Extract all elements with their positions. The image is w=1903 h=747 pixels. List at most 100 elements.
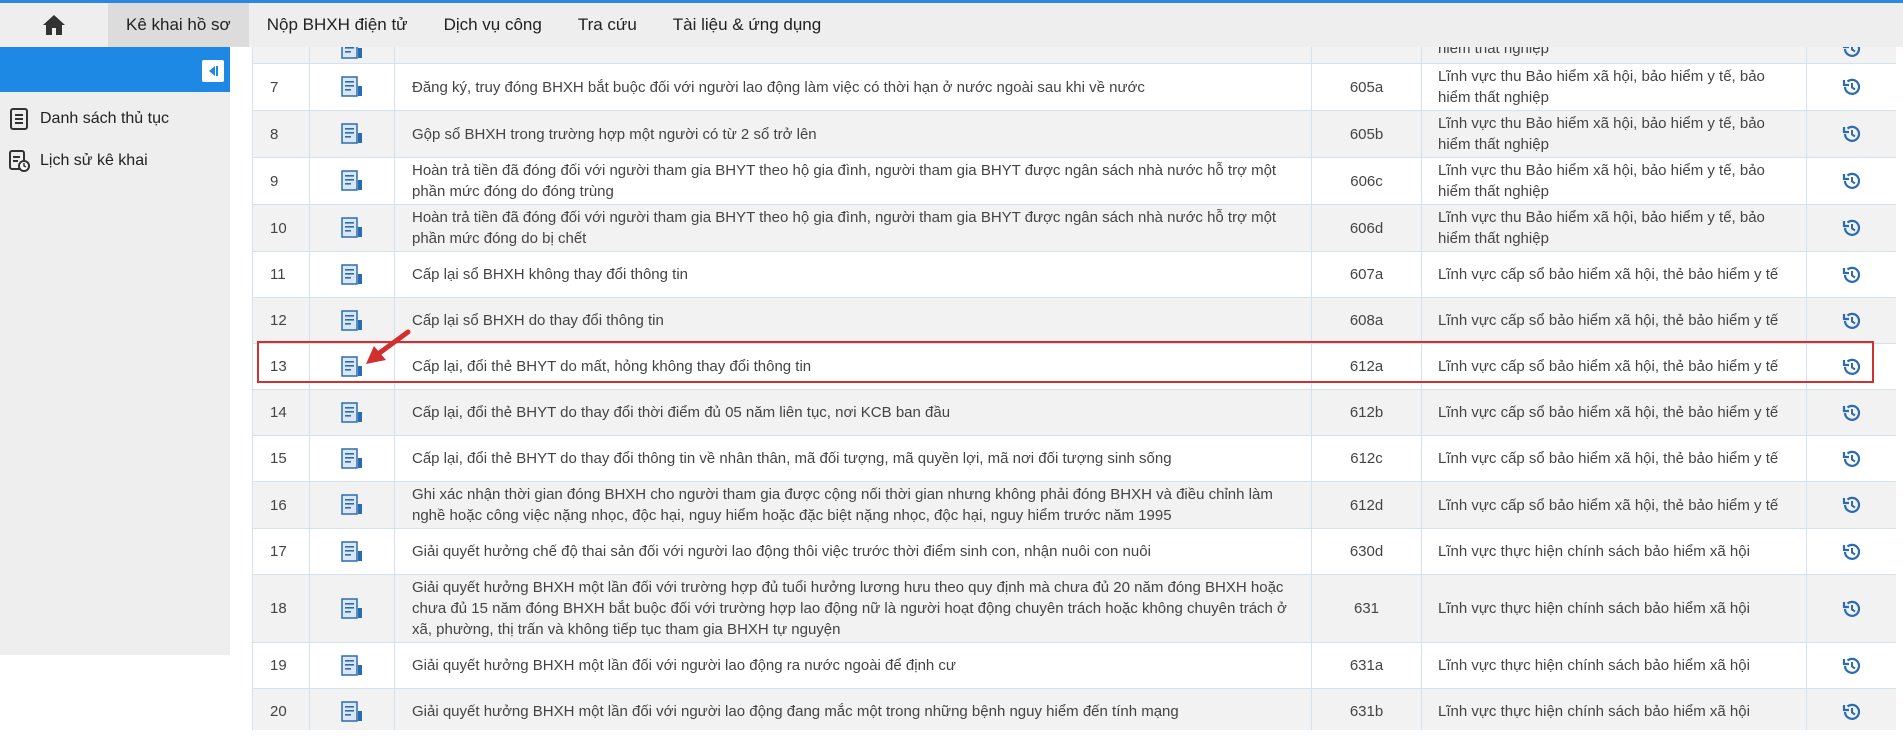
history-icon[interactable] — [1841, 655, 1863, 677]
history-icon[interactable] — [1841, 541, 1863, 563]
procedure-code: 631 — [1311, 574, 1422, 643]
procedure-code: 607a — [1311, 251, 1422, 298]
procedure-field: Lĩnh vực thu Bảo hiểm xã hội, bảo hiểm y… — [1421, 63, 1807, 111]
procedure-field: Lĩnh vực cấp sổ bảo hiểm xã hội, thẻ bảo… — [1421, 481, 1807, 529]
row-number: 18 — [252, 574, 310, 643]
declare-form-icon[interactable] — [341, 494, 363, 516]
history-icon[interactable] — [1841, 123, 1863, 145]
history-icon[interactable] — [1841, 170, 1863, 192]
table-row[interactable]: 8 Gộp sổ BHXH trong trường hợp một người … — [252, 110, 1896, 158]
table-row[interactable]: hiểm thất nghiệp — [252, 47, 1896, 64]
table-row[interactable]: 13 Cấp lại, đổi thẻ BHYT do mất, hỏng khô… — [252, 343, 1896, 390]
table-row[interactable]: 20 Giải quyết hưởng BHXH một lần đối với … — [252, 688, 1896, 730]
declare-form-icon[interactable] — [341, 309, 363, 332]
declare-form-icon[interactable] — [341, 447, 363, 470]
history-cell — [1806, 110, 1896, 158]
procedure-field: Lĩnh vực thu Bảo hiểm xã hội, bảo hiểm y… — [1421, 157, 1807, 205]
declare-form-icon[interactable] — [341, 123, 363, 145]
table-row[interactable]: 10 Hoàn trả tiền đã đóng đối với người th… — [252, 204, 1896, 252]
nav-item-nop-bhxh-dien-tu[interactable]: Nộp BHXH điện tử — [249, 3, 426, 47]
row-number: 9 — [252, 157, 310, 205]
history-icon[interactable] — [1841, 47, 1863, 60]
table-row[interactable]: 9 Hoàn trả tiền đã đóng đối với người tha… — [252, 157, 1896, 205]
declare-form-icon[interactable] — [341, 47, 363, 60]
procedure-field: Lĩnh vực thực hiện chính sách bảo hiểm x… — [1421, 574, 1807, 643]
procedure-name: Giải quyết hưởng BHXH một lần đối với ng… — [394, 642, 1312, 689]
history-icon[interactable] — [1841, 264, 1863, 286]
history-icon[interactable] — [1841, 356, 1863, 378]
top-navigation: Kê khai hồ sơ Nộp BHXH điện tử Dịch vụ c… — [0, 0, 1903, 47]
list-document-icon — [10, 108, 28, 130]
procedure-field: Lĩnh vực thực hiện chính sách bảo hiểm x… — [1421, 688, 1807, 730]
row-number: 8 — [252, 110, 310, 158]
declare-form-icon[interactable] — [341, 700, 363, 723]
declare-cell — [309, 110, 395, 158]
table-row[interactable]: 18 Giải quyết hưởng BHXH một lần đối với … — [252, 574, 1896, 643]
nav-item-tai-lieu-ung-dung[interactable]: Tài liệu & ứng dụng — [655, 3, 839, 47]
nav-item-ke-khai-ho-so[interactable]: Kê khai hồ sơ — [108, 3, 249, 47]
declare-form-icon[interactable] — [341, 597, 363, 620]
declare-form-icon[interactable] — [341, 263, 363, 286]
declare-form-icon[interactable] — [341, 401, 363, 424]
table-row[interactable]: 11 Cấp lại sổ BHXH không thay đổi thông t… — [252, 251, 1896, 298]
procedure-name: Giải quyết hưởng BHXH một lần đối với ng… — [394, 688, 1312, 730]
history-icon[interactable] — [1841, 701, 1863, 723]
table-row[interactable]: 19 Giải quyết hưởng BHXH một lần đối với … — [252, 642, 1896, 689]
declare-cell — [309, 63, 395, 111]
procedure-name: Giải quyết hưởng chế độ thai sản đối với… — [394, 528, 1312, 575]
history-cell — [1806, 157, 1896, 205]
history-icon[interactable] — [1841, 598, 1863, 620]
nav-item-dich-vu-cong[interactable]: Dịch vụ công — [426, 3, 560, 47]
procedure-field: Lĩnh vực cấp sổ bảo hiểm xã hội, thẻ bảo… — [1421, 297, 1807, 344]
history-cell — [1806, 642, 1896, 689]
procedure-field: Lĩnh vực cấp sổ bảo hiểm xã hội, thẻ bảo… — [1421, 343, 1807, 390]
table-row[interactable]: 17 Giải quyết hưởng chế độ thai sản đối v… — [252, 528, 1896, 575]
sidebar-item-danh-sach-thu-tuc[interactable]: Danh sách thủ tục — [0, 98, 230, 140]
declare-form-icon[interactable] — [341, 654, 363, 677]
table-row[interactable]: 15 Cấp lại, đổi thẻ BHYT do thay đổi thôn… — [252, 435, 1896, 482]
declare-form-icon[interactable] — [341, 355, 363, 378]
history-cell — [1806, 251, 1896, 298]
history-icon[interactable] — [1841, 402, 1863, 424]
procedure-code: 612a — [1311, 343, 1422, 390]
procedure-code: 631a — [1311, 642, 1422, 689]
procedure-code: 606c — [1311, 157, 1422, 205]
procedure-field: Lĩnh vực thực hiện chính sách bảo hiểm x… — [1421, 528, 1807, 575]
row-number: 10 — [252, 204, 310, 252]
history-cell — [1806, 297, 1896, 344]
procedure-name: Hoàn trả tiền đã đóng đối với người tham… — [394, 157, 1312, 205]
declare-cell — [309, 574, 395, 643]
procedure-field: Lĩnh vực thực hiện chính sách bảo hiểm x… — [1421, 642, 1807, 689]
procedure-code: 608a — [1311, 297, 1422, 344]
history-cell — [1806, 63, 1896, 111]
sidebar-collapse-button[interactable] — [202, 60, 224, 82]
sidebar: Danh sách thủ tục Lịch sử kê khai — [0, 47, 230, 655]
procedure-field: Lĩnh vực thu Bảo hiểm xã hội, bảo hiểm y… — [1421, 110, 1807, 158]
history-icon[interactable] — [1841, 448, 1863, 470]
declare-form-icon[interactable] — [341, 170, 363, 192]
table-row[interactable]: 16 Ghi xác nhận thời gian đóng BHXH cho n… — [252, 481, 1896, 529]
history-cell — [1806, 389, 1896, 436]
procedure-name: Gộp sổ BHXH trong trường hợp một người c… — [394, 110, 1312, 158]
history-icon[interactable] — [1841, 76, 1863, 98]
history-icon[interactable] — [1841, 494, 1863, 516]
row-number: 7 — [252, 63, 310, 111]
sidebar-item-lich-su-ke-khai[interactable]: Lịch sử kê khai — [0, 140, 230, 182]
procedure-code: 605b — [1311, 110, 1422, 158]
procedure-name: Ghi xác nhận thời gian đóng BHXH cho ngư… — [394, 481, 1312, 529]
history-icon[interactable] — [1841, 310, 1863, 332]
procedure-table-container[interactable]: hiểm thất nghiệp 7 Đăng ký, truy đóng BHXH… — [252, 47, 1896, 730]
nav-item-tra-cuu[interactable]: Tra cứu — [560, 3, 655, 47]
procedure-name: Cấp lại, đổi thẻ BHYT do thay đổi thời đ… — [394, 389, 1312, 436]
table-row[interactable]: 14 Cấp lại, đổi thẻ BHYT do thay đổi thời… — [252, 389, 1896, 436]
history-icon[interactable] — [1841, 217, 1863, 239]
home-button[interactable] — [0, 3, 108, 47]
declare-form-icon[interactable] — [341, 76, 363, 98]
procedure-code: 612d — [1311, 481, 1422, 529]
declare-cell — [309, 47, 395, 64]
declare-form-icon[interactable] — [341, 540, 363, 563]
history-document-icon — [9, 150, 30, 172]
table-row[interactable]: 7 Đăng ký, truy đóng BHXH bắt buộc đối vớ… — [252, 63, 1896, 111]
declare-form-icon[interactable] — [341, 217, 363, 239]
table-row[interactable]: 12 Cấp lại sổ BHXH do thay đổi thông tin 6… — [252, 297, 1896, 344]
